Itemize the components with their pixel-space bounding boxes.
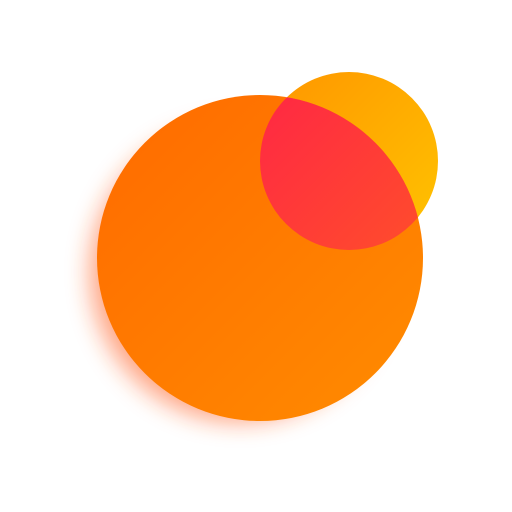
app-icon-canvas (0, 0, 512, 512)
overlapping-circles-logo-icon (90, 72, 438, 422)
